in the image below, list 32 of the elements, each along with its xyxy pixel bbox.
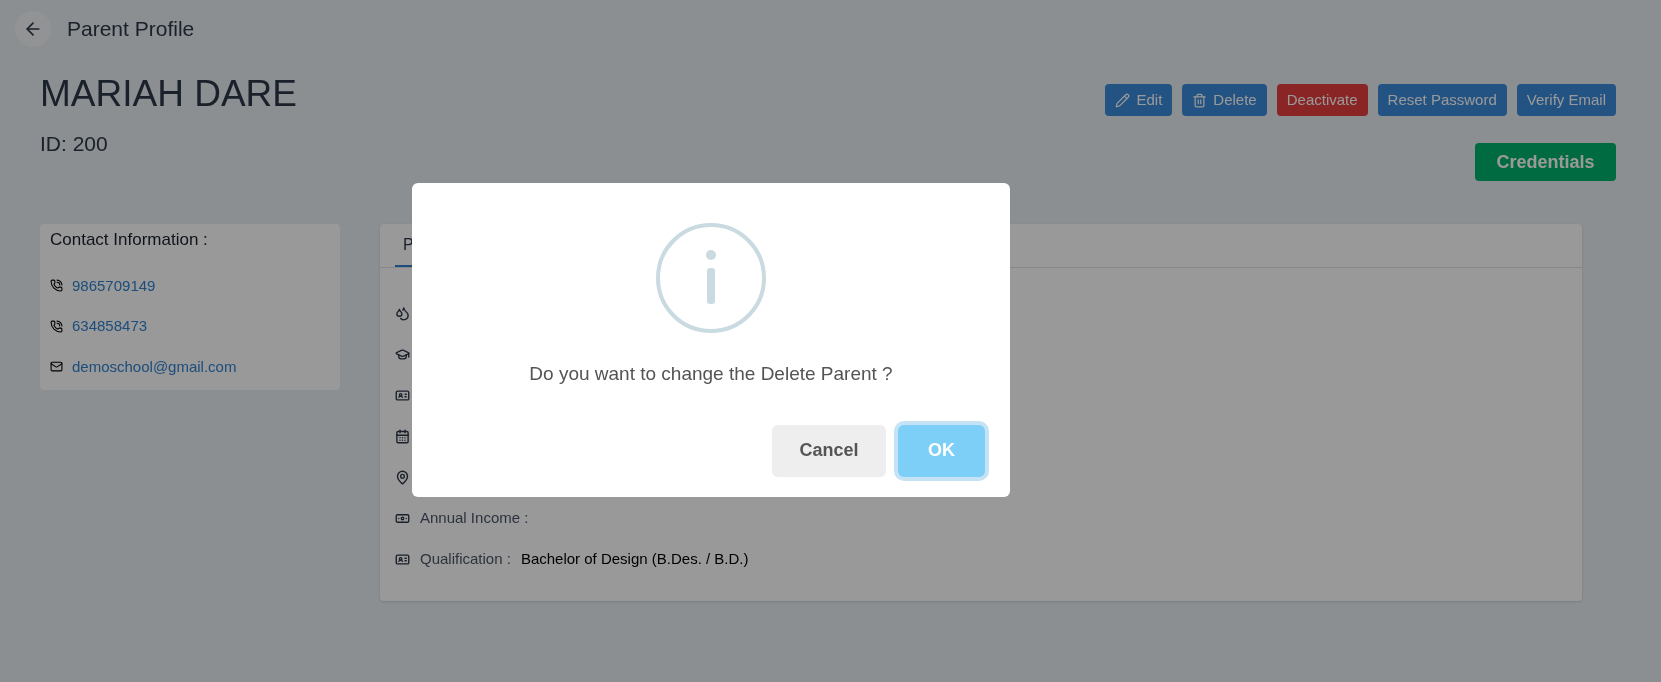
action-button[interactable]: Edit [1105, 84, 1173, 116]
parent-name: MARIAH DARE [40, 72, 297, 116]
trash-icon [1192, 92, 1208, 108]
parent-id: ID: 200 [40, 131, 109, 157]
mail-icon [50, 360, 63, 374]
back-button[interactable] [15, 11, 51, 47]
credentials-button[interactable]: Credentials [1475, 143, 1616, 181]
phone-icon [50, 319, 63, 333]
action-button[interactable]: Reset Password [1377, 84, 1507, 116]
drops-icon [395, 306, 410, 321]
contact-link[interactable]: demoschool@gmail.com [72, 355, 237, 378]
phone-icon [50, 279, 63, 293]
graduate-icon [395, 347, 410, 362]
dialog-message: Do you want to change the Delete Parent ? [529, 362, 893, 386]
id-card-icon [395, 388, 410, 403]
location-pin-icon [395, 470, 410, 485]
detail-label: Annual Income : [420, 508, 529, 529]
contact-link[interactable]: 634858473 [72, 315, 148, 338]
calendar-icon [395, 429, 410, 444]
detail-value: Bachelor of Design (B.Des. / B.D.) [520, 549, 749, 570]
cancel-button[interactable]: Cancel [772, 424, 886, 477]
id-card-icon [395, 552, 410, 567]
action-button[interactable]: Verify Email [1516, 84, 1616, 116]
contact-title: Contact Information : [50, 229, 209, 251]
detail-label: Qualification : [420, 549, 511, 570]
action-button[interactable]: Deactivate [1276, 84, 1368, 116]
pencil-icon [1115, 92, 1131, 108]
action-button[interactable]: Delete [1182, 84, 1267, 116]
banknote-icon [395, 511, 410, 526]
info-icon [655, 222, 767, 334]
contact-link[interactable]: 9865709149 [72, 274, 156, 297]
page-title: Parent Profile [67, 16, 195, 43]
